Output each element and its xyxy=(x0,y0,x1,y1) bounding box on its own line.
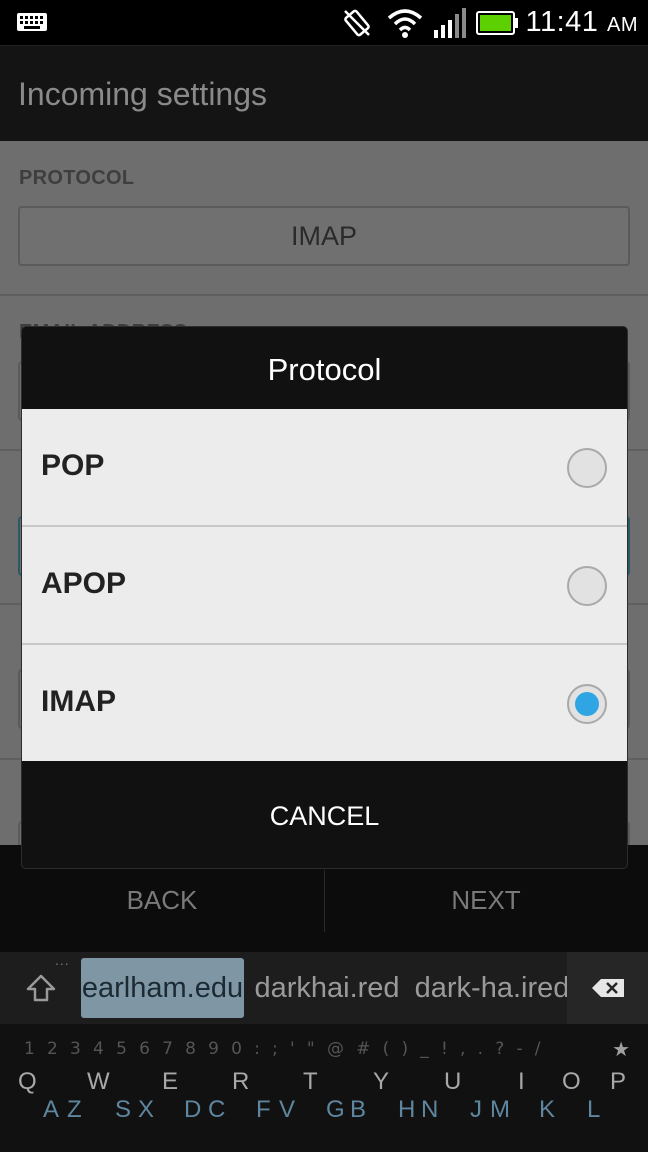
option-apop[interactable]: APOP xyxy=(22,527,627,643)
key-letter[interactable]: O xyxy=(562,1068,581,1096)
key-letter[interactable]: Q xyxy=(18,1068,37,1096)
option-label: IMAP xyxy=(41,685,116,718)
key-letter[interactable]: V xyxy=(279,1096,295,1124)
option-label: POP xyxy=(41,449,105,482)
shift-icon[interactable] xyxy=(26,974,56,1002)
keyboard-letter-rows[interactable]: Q A Z W S X E D C R F V T G B Y H N U J … xyxy=(18,1068,638,1148)
suggestion-item[interactable]: darkhai.red xyxy=(248,958,406,1018)
clock: 11:41 AM xyxy=(526,6,638,39)
radio-button[interactable] xyxy=(567,448,607,488)
key-letter[interactable]: L xyxy=(587,1096,600,1124)
option-pop[interactable]: POP xyxy=(22,409,627,525)
key-letter[interactable]: G xyxy=(326,1096,345,1124)
divider xyxy=(0,294,648,296)
key-letter[interactable]: H xyxy=(398,1096,415,1124)
keyboard: 1 2 3 4 5 6 7 8 9 0 : ; ' " @ # ( ) _ ! … xyxy=(0,1024,648,1152)
dialog-title: Protocol xyxy=(267,352,382,387)
option-label: APOP xyxy=(41,567,127,600)
key-letter[interactable]: E xyxy=(162,1068,178,1096)
clock-time: 11:41 xyxy=(525,6,599,38)
suggestion-item[interactable]: earlham.edu xyxy=(81,958,244,1018)
keyboard-icon xyxy=(17,13,47,31)
suggestion-bar: ... earlham.edu darkhai.red dark-ha.ired xyxy=(0,952,648,1024)
action-bar: Incoming settings xyxy=(0,45,648,141)
key-letter[interactable]: F xyxy=(256,1096,271,1124)
status-bar: 11:41 AM xyxy=(0,0,648,45)
key-letter[interactable]: D xyxy=(184,1096,201,1124)
backspace-icon xyxy=(592,979,624,997)
cancel-button[interactable]: CANCEL xyxy=(22,761,627,868)
key-letter[interactable]: A xyxy=(43,1096,59,1124)
wifi-icon xyxy=(387,9,423,38)
key-letter[interactable]: W xyxy=(87,1068,110,1096)
more-dots[interactable]: ... xyxy=(55,952,70,968)
key-letter[interactable]: K xyxy=(539,1096,555,1124)
star-icon[interactable]: ★ xyxy=(612,1037,630,1062)
protocol-label: PROTOCOL xyxy=(19,167,135,189)
radio-button[interactable] xyxy=(567,566,607,606)
key-letter[interactable]: Z xyxy=(67,1096,82,1124)
key-letter[interactable]: S xyxy=(115,1096,131,1124)
protocol-dialog: Protocol POP APOP IMAP CANCEL xyxy=(22,327,627,868)
key-letter[interactable]: N xyxy=(421,1096,438,1124)
key-letter[interactable]: U xyxy=(444,1068,461,1096)
key-letter[interactable]: M xyxy=(490,1096,510,1124)
key-letter[interactable]: T xyxy=(303,1068,318,1096)
keyboard-number-row[interactable]: 1 2 3 4 5 6 7 8 9 0 : ; ' " @ # ( ) _ ! … xyxy=(24,1039,544,1059)
radio-button-selected[interactable] xyxy=(567,684,607,724)
option-imap[interactable]: IMAP xyxy=(22,645,627,761)
key-letter[interactable]: Y xyxy=(373,1068,389,1096)
key-letter[interactable]: R xyxy=(232,1068,249,1096)
suggestion-item[interactable]: dark-ha.ired xyxy=(412,958,572,1018)
key-letter[interactable]: J xyxy=(470,1096,482,1124)
signal-icon xyxy=(434,8,466,38)
key-letter[interactable]: X xyxy=(138,1096,154,1124)
key-letter[interactable]: I xyxy=(518,1068,525,1096)
key-letter[interactable]: B xyxy=(350,1096,366,1124)
rotation-lock-icon xyxy=(344,9,370,37)
delete-key[interactable] xyxy=(567,952,648,1024)
protocol-selector[interactable]: IMAP xyxy=(18,206,630,266)
key-letter[interactable]: C xyxy=(208,1096,225,1124)
key-letter[interactable]: P xyxy=(610,1068,626,1096)
clock-ampm: AM xyxy=(607,14,638,36)
page-title: Incoming settings xyxy=(18,76,268,112)
battery-icon xyxy=(476,11,518,35)
